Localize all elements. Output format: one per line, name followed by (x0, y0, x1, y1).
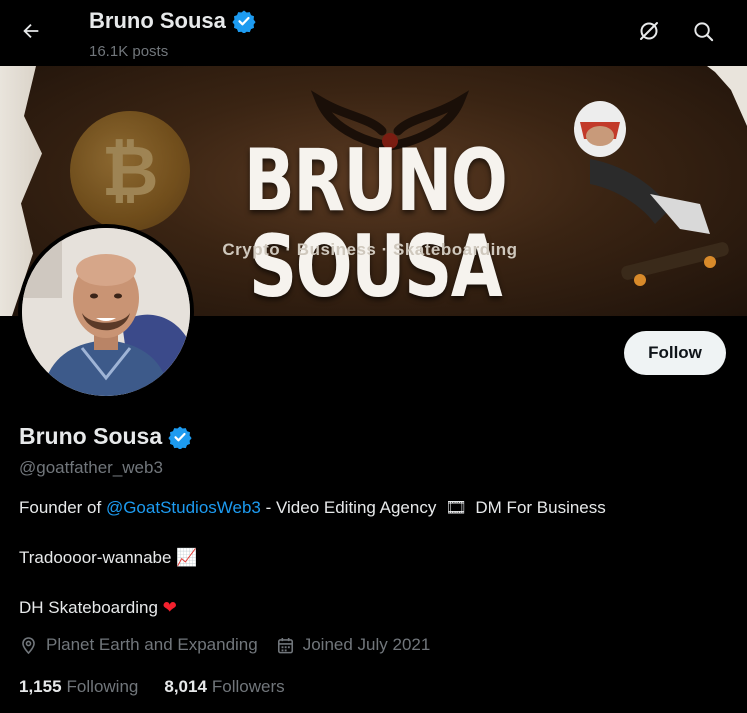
profile-joined: Joined July 2021 (276, 635, 431, 655)
verified-badge-icon (232, 10, 256, 33)
header-display-name: Bruno Sousa (89, 8, 226, 33)
bio-text: Tradoooor-wannabe (19, 548, 177, 567)
profile-handle: @goatfather_web3 (19, 458, 163, 477)
film-frames-icon: 🎞 (445, 498, 467, 517)
bio-text: DM For Business (470, 498, 606, 517)
header-title: Bruno Sousa (89, 8, 256, 34)
location-text: Planet Earth and Expanding (46, 635, 258, 654)
profile-stats: 1,155 Following 8,014 Followers (19, 677, 285, 697)
profile-header: Bruno Sousa 16.1K posts (0, 0, 747, 66)
bio-line-3: DH Skateboarding ❤ (19, 598, 177, 618)
skateboarder-image (574, 101, 729, 286)
follow-button[interactable]: Follow (624, 331, 726, 375)
profile-display-name: Bruno Sousa (19, 423, 163, 449)
profile-avatar[interactable] (18, 224, 194, 400)
arrow-left-icon (23, 23, 39, 39)
search-icon (693, 21, 713, 41)
location-pin-icon (22, 636, 35, 654)
followers-count: 8,014 (164, 677, 207, 696)
bio-text: Founder of (19, 498, 106, 517)
avatar-person-image (22, 228, 190, 396)
posts-count: 16.1K posts (89, 43, 169, 60)
bio-text: DH Skateboarding (19, 598, 163, 617)
joined-text: Joined July 2021 (302, 635, 431, 654)
bio-mention-link[interactable]: @GoatStudiosWeb3 (106, 498, 261, 518)
profile-location: Planet Earth and Expanding (19, 635, 258, 655)
avatar-photo (22, 228, 190, 396)
back-button[interactable] (14, 14, 48, 48)
following-link[interactable]: 1,155 Following (19, 677, 138, 697)
following-label: Following (66, 677, 139, 696)
hide-button[interactable] (633, 15, 665, 47)
banner-tagline: Crypto · Business · Skateboarding (222, 240, 518, 259)
bio-line-1: Founder of @GoatStudiosWeb3 - Video Edit… (19, 498, 606, 518)
followers-link[interactable]: 8,014 Followers (164, 677, 284, 697)
following-count: 1,155 (19, 677, 62, 696)
profile-name: Bruno Sousa (19, 423, 192, 450)
banner-title: BRUNO SOUSA (243, 131, 508, 316)
calendar-icon (277, 637, 293, 653)
bio-text: - Video Editing Agency (260, 498, 442, 517)
profile-meta: Planet Earth and Expanding Joined July 2… (19, 635, 430, 655)
bitcoin-coin-image: ₿ (70, 111, 190, 231)
eye-slash-icon (640, 22, 658, 40)
chart-increasing-icon: 📈 (176, 548, 198, 567)
verified-badge-icon[interactable] (168, 425, 192, 449)
bio-line-2: Tradoooor-wannabe 📈 (19, 548, 197, 568)
followers-label: Followers (211, 677, 285, 696)
red-heart-icon: ❤ (162, 598, 177, 617)
search-button[interactable] (687, 15, 719, 47)
